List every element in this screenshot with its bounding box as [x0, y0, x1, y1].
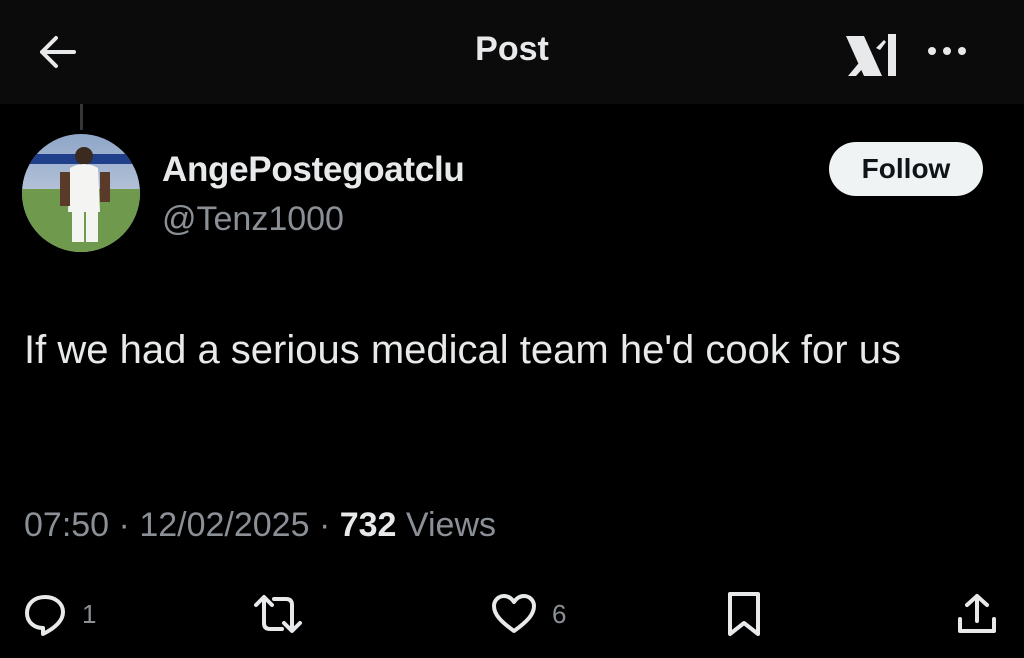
reply-button[interactable]: 1 — [22, 590, 96, 638]
separator-dot: · — [318, 506, 340, 544]
x-logo-icon — [842, 30, 902, 82]
more-horizontal-icon — [928, 47, 966, 55]
like-button[interactable]: 6 — [490, 590, 566, 638]
repost-icon — [254, 595, 302, 633]
like-count: 6 — [552, 598, 567, 629]
share-button[interactable] — [954, 590, 1000, 638]
thread-connector-line — [80, 104, 83, 130]
reply-icon — [25, 595, 65, 636]
bookmark-icon — [728, 592, 760, 636]
post-time[interactable]: 07:50 — [24, 506, 109, 544]
follow-button[interactable]: Follow — [829, 142, 983, 196]
avatar[interactable] — [22, 134, 140, 252]
post-metadata: 07:50 · 12/02/2025 · 732 Views — [24, 506, 496, 545]
more-options-button[interactable] — [922, 28, 972, 74]
top-bar: Post — [0, 0, 1024, 104]
views-count: 732 — [339, 506, 397, 544]
repost-button[interactable] — [252, 590, 318, 638]
post-date[interactable]: 12/02/2025 — [139, 506, 309, 544]
views-label: Views — [405, 506, 497, 544]
post-text: If we had a serious medical team he'd co… — [24, 328, 901, 372]
separator-dot: · — [118, 506, 140, 544]
author-display-name[interactable]: AngePostegoatclu — [162, 150, 465, 190]
reply-count: 1 — [82, 598, 97, 629]
heart-icon — [492, 594, 536, 633]
share-icon — [958, 594, 996, 633]
author-handle[interactable]: @Tenz1000 — [162, 200, 344, 239]
bookmark-button[interactable] — [724, 590, 764, 638]
